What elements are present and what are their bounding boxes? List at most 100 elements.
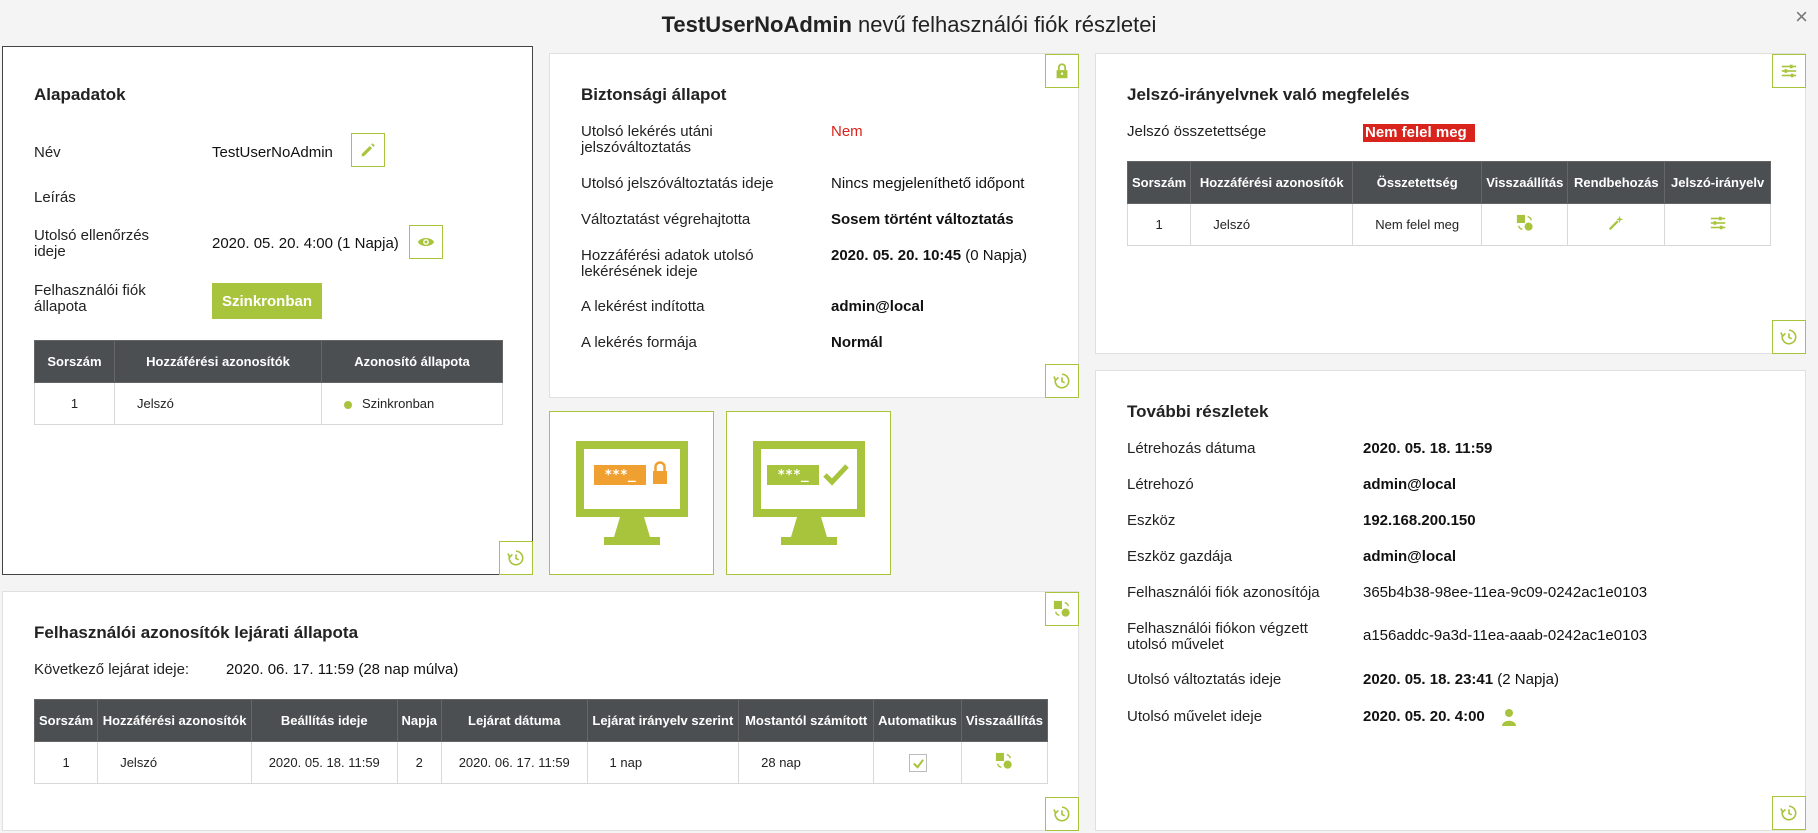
- pencil-icon: [361, 143, 375, 157]
- reset-icon[interactable]: [1516, 214, 1534, 232]
- magic-wand-icon[interactable]: [1607, 214, 1625, 232]
- reset-icon[interactable]: [995, 752, 1013, 770]
- basic-history-button[interactable]: [499, 541, 533, 575]
- col-header: Automatikus: [873, 699, 962, 742]
- description-label: Leírás: [34, 189, 76, 206]
- cell-index: 1: [34, 382, 115, 425]
- cell-set-time: 2020. 05. 18. 11:59: [250, 741, 398, 784]
- security-history-button[interactable]: [1045, 364, 1079, 398]
- expiry-table: Sorszám Hozzáférési azonosítók Beállítás…: [33, 699, 1049, 784]
- col-header: Jelszó-irányelv: [1664, 161, 1771, 204]
- col-header: Azonosító állapota: [321, 340, 503, 383]
- history-icon: [1780, 805, 1797, 821]
- more-label-5: Felhasználói fiókon végzett utolsó művel…: [1127, 620, 1308, 653]
- lock-icon: [1056, 63, 1068, 79]
- close-icon[interactable]: ×: [1795, 4, 1808, 30]
- cell-index: 1: [1126, 203, 1192, 246]
- svg-text:***_: ***_: [604, 468, 635, 483]
- col-header: Visszaállítás: [960, 699, 1049, 742]
- cell-identifier: Jelszó: [114, 382, 322, 425]
- security-value-0: Nem: [831, 123, 863, 140]
- sliders-icon[interactable]: [1709, 214, 1727, 232]
- col-header: Visszaállítás: [1481, 161, 1569, 204]
- security-value-1: Nincs megjeleníthető időpont: [831, 175, 1025, 192]
- sync-status-button[interactable]: Szinkronban: [212, 283, 322, 319]
- more-label-6: Utolsó változtatás ideje: [1127, 671, 1282, 688]
- more-value-6: 2020. 05. 18. 23:41 (2 Napja): [1363, 671, 1559, 688]
- cell-identifier: Jelszó: [97, 741, 252, 784]
- reset-icon: [1053, 600, 1070, 617]
- cell-reset[interactable]: [1481, 203, 1569, 246]
- security-title: Biztonsági állapot: [581, 85, 727, 104]
- cell-from-now: 28 nap: [738, 741, 875, 784]
- col-header: Hozzáférési azonosítók: [97, 699, 252, 742]
- more-history-button[interactable]: [1772, 796, 1806, 830]
- security-value-4: admin@local: [831, 298, 924, 315]
- security-label-5: A lekérés formája: [581, 334, 697, 351]
- more-details-panel: További részletek Létrehozás dátuma 2020…: [1095, 370, 1806, 831]
- history-icon: [1053, 373, 1070, 389]
- automatic-checkbox[interactable]: [908, 753, 927, 772]
- edit-name-button[interactable]: [351, 133, 385, 167]
- svg-text:***_: ***_: [777, 468, 808, 483]
- expiry-history-button[interactable]: [1045, 797, 1079, 831]
- security-value-3: 2020. 05. 20. 10:45 (0 Napja): [831, 247, 1027, 264]
- cell-reset[interactable]: [960, 741, 1049, 784]
- eye-icon: [417, 237, 435, 247]
- last-check-label: Utolsó ellenőrzés ideje: [34, 227, 150, 260]
- col-header: Sorszám: [33, 699, 99, 742]
- more-title: További részletek: [1127, 402, 1269, 421]
- monitor-check-icon: ***_: [752, 441, 865, 545]
- col-header: Összetettség: [1352, 161, 1483, 204]
- more-label-2: Eszköz: [1127, 512, 1176, 529]
- more-value-1: admin@local: [1363, 476, 1456, 493]
- lock-button[interactable]: [1045, 54, 1079, 88]
- basic-identifiers-table: Sorszám Hozzáférési azonosítók Azonosító…: [34, 340, 503, 425]
- expiry-reset-button[interactable]: [1045, 592, 1079, 626]
- basic-data-panel: Alapadatok Név TestUserNoAdmin Leírás Ut…: [2, 46, 533, 575]
- sliders-icon: [1781, 64, 1797, 78]
- monitor-check-tile: ***_: [726, 411, 891, 575]
- cell-complexity: Nem felel meg: [1352, 203, 1483, 246]
- table-row: 1 Jelszó Nem felel meg: [1126, 203, 1771, 246]
- security-label-1: Utolsó jelszóváltoztatás ideje: [581, 175, 774, 192]
- col-header: Lejárat irányelv szerint: [586, 699, 740, 742]
- expiry-title: Felhasználói azonosítók lejárati állapot…: [34, 623, 359, 642]
- user-icon[interactable]: [1501, 708, 1517, 726]
- account-status-label: Felhasználói fiók állapota: [34, 282, 146, 315]
- history-icon: [1053, 806, 1070, 822]
- check-icon: [912, 758, 924, 769]
- name-value: TestUserNoAdmin: [212, 144, 333, 161]
- name-label: Név: [34, 144, 61, 161]
- policy-settings-button[interactable]: [1772, 54, 1806, 88]
- cell-index: 1: [33, 741, 99, 784]
- more-value-3: admin@local: [1363, 548, 1456, 565]
- cell-status: Szinkronban: [321, 382, 503, 425]
- table-row: 1 Jelszó 2020. 05. 18. 11:59 2 2020. 06.…: [33, 741, 1049, 784]
- cell-automatic: [873, 741, 962, 784]
- col-header: Beállítás ideje: [250, 699, 398, 742]
- policy-history-button[interactable]: [1772, 320, 1806, 354]
- cell-fix[interactable]: [1567, 203, 1666, 246]
- more-value-0: 2020. 05. 18. 11:59: [1363, 440, 1493, 457]
- complexity-label: Jelszó összetettsége: [1127, 123, 1267, 140]
- col-header: Napja: [396, 699, 442, 742]
- more-label-7: Utolsó művelet ideje: [1127, 708, 1263, 725]
- account-details-page: TestUserNoAdmin nevű felhasználói fiók r…: [0, 0, 1818, 833]
- col-header: Lejárat dátuma: [440, 699, 588, 742]
- table-row: 1 Jelszó Szinkronban: [34, 382, 503, 425]
- col-header: Mostantól számított: [738, 699, 875, 742]
- next-expiry-value: 2020. 06. 17. 11:59 (28 nap múlva): [226, 661, 459, 678]
- status-dot: [344, 400, 352, 409]
- more-value-7: 2020. 05. 20. 4:00: [1363, 708, 1485, 725]
- view-check-button[interactable]: [409, 225, 443, 259]
- policy-table: Sorszám Hozzáférési azonosítók Összetett…: [1126, 161, 1771, 246]
- more-label-3: Eszköz gazdája: [1127, 548, 1233, 565]
- more-value-5: a156addc-9a3d-11ea-aaab-0242ac1e0103: [1363, 627, 1648, 644]
- cell-policy[interactable]: [1664, 203, 1771, 246]
- password-policy-panel: Jelszó-irányelvnek való megfelelés Jelsz…: [1095, 53, 1806, 354]
- cell-expiry-date: 2020. 06. 17. 11:59: [440, 741, 588, 784]
- more-value-2: 192.168.200.150: [1363, 512, 1476, 529]
- more-value-4: 365b4b38-98ee-11ea-9c09-0242ac1e0103: [1363, 584, 1648, 601]
- policy-title: Jelszó-irányelvnek való megfelelés: [1127, 85, 1410, 104]
